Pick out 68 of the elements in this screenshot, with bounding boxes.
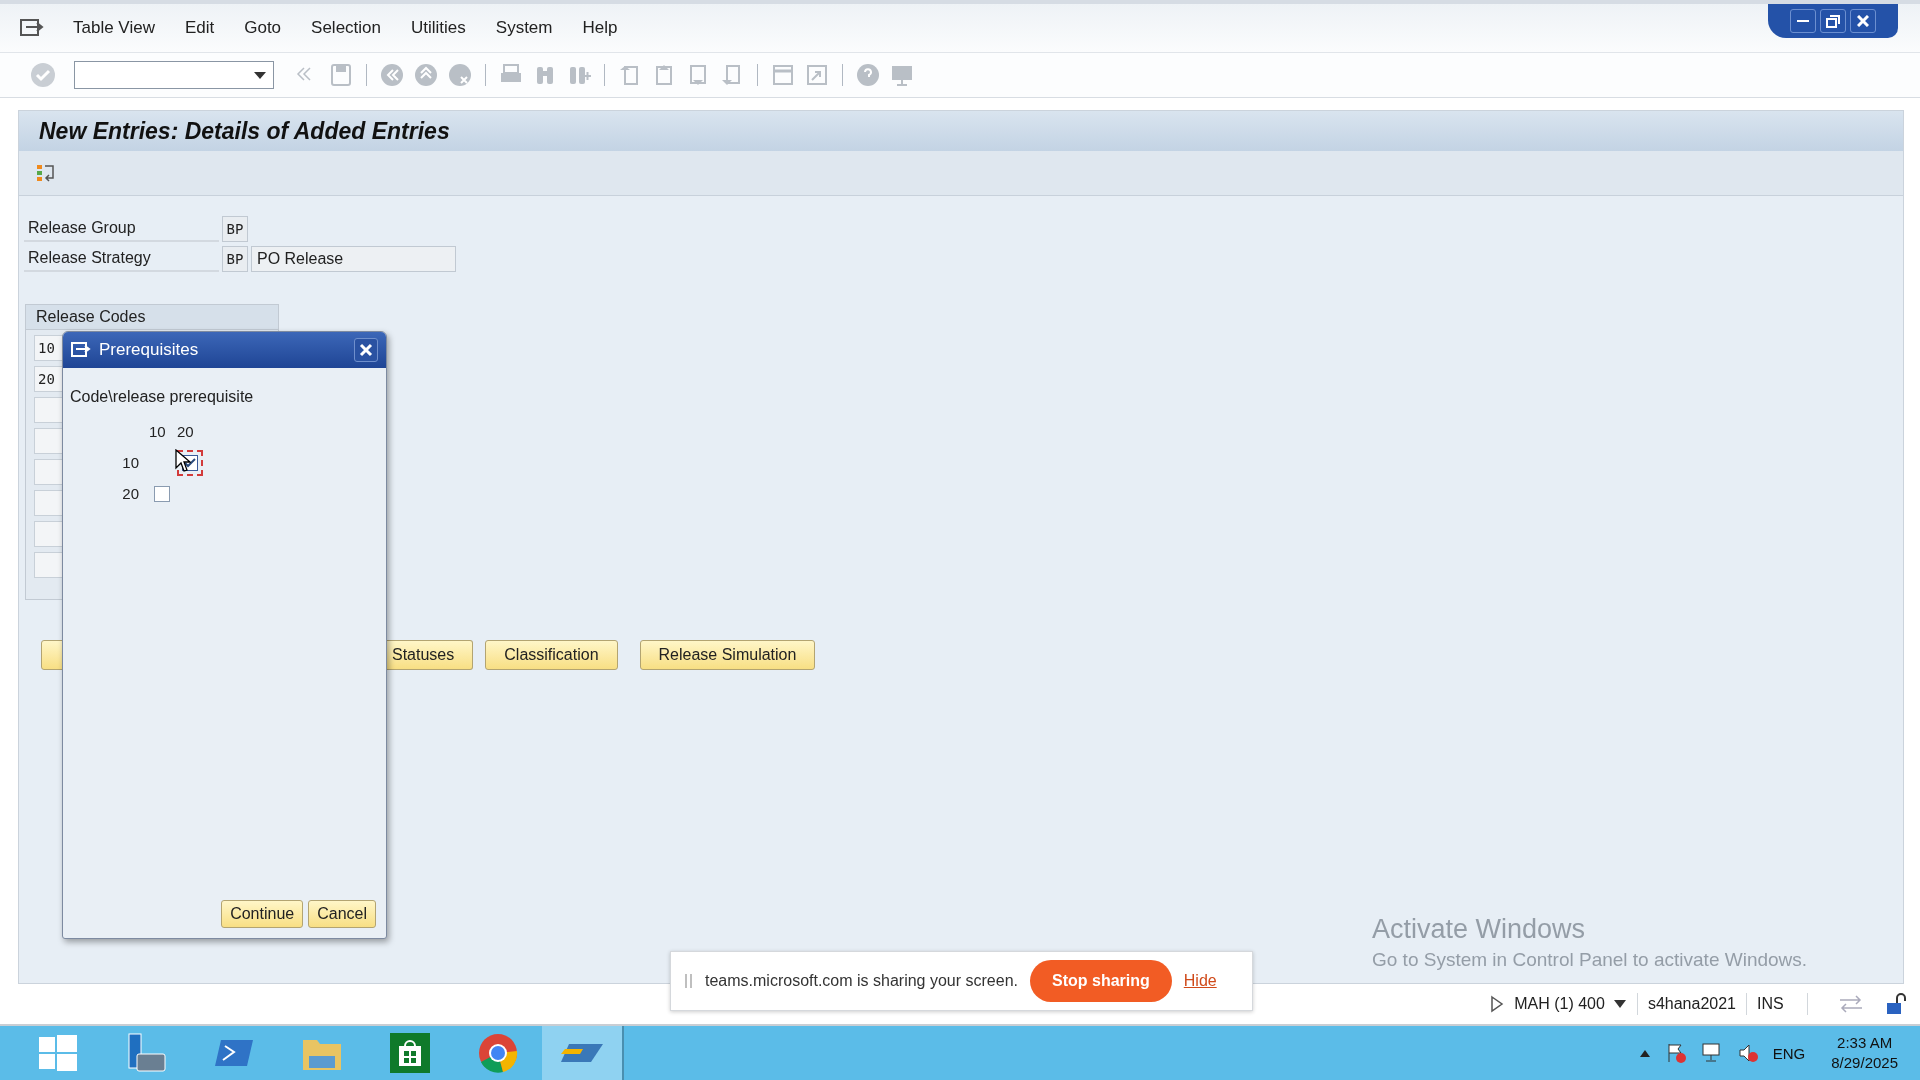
menu-item[interactable]: Goto xyxy=(229,18,297,38)
exit-circle-icon[interactable] xyxy=(413,62,439,88)
dialog-button[interactable]: Continue xyxy=(221,900,304,928)
minimize-icon xyxy=(1797,20,1809,22)
menu-icon[interactable] xyxy=(20,18,44,38)
dropdown-arrow-icon xyxy=(253,70,267,80)
row-label: 10 xyxy=(121,454,140,471)
share-message: teams.microsoft.com is sharing your screen. xyxy=(705,972,1018,990)
restore-icon xyxy=(1826,14,1840,28)
dialog-heading: Code\release prerequisite xyxy=(70,388,255,406)
row-label: 20 xyxy=(121,485,140,502)
language-indicator[interactable]: ENG xyxy=(1772,1044,1806,1062)
menu-item[interactable]: Edit xyxy=(169,18,230,38)
menu-item[interactable]: Utilities xyxy=(396,18,481,38)
clock[interactable]: 2:33 AM 8/29/2025 xyxy=(1831,1033,1898,1073)
activation-title: Activate Windows xyxy=(1372,914,1587,945)
cancel-circle-icon[interactable] xyxy=(447,62,473,88)
dialog-button[interactable]: Cancel xyxy=(308,900,376,928)
description-field: PO Release xyxy=(251,246,456,272)
server-manager-icon[interactable] xyxy=(125,1032,167,1074)
column-label: 20 xyxy=(177,423,195,440)
menu-item[interactable]: Selection xyxy=(296,18,396,38)
server-name: s4hana2021 xyxy=(1637,993,1747,1015)
restore-button[interactable] xyxy=(1820,9,1846,33)
transfer-icon[interactable] xyxy=(1838,994,1864,1014)
screen-title: New Entries: Details of Added Entries xyxy=(19,111,1903,151)
input-mode: INS xyxy=(1747,993,1808,1015)
command-field[interactable] xyxy=(74,61,274,89)
session-info: MAH (1) 400 xyxy=(1514,995,1605,1013)
back-circle-icon[interactable] xyxy=(379,62,405,88)
store-icon[interactable] xyxy=(389,1032,431,1074)
close-button[interactable] xyxy=(1850,9,1876,33)
new-window-icon[interactable] xyxy=(770,62,796,88)
enter-icon[interactable] xyxy=(30,62,56,88)
drag-handle-icon[interactable] xyxy=(685,973,693,989)
code-field[interactable]: BP xyxy=(222,246,248,272)
activation-message: Go to System in Control Panel to activate Windows. xyxy=(1372,949,1808,971)
speaker-muted-icon[interactable] xyxy=(1736,1042,1759,1064)
padlock-icon[interactable] xyxy=(1884,992,1908,1016)
show-hidden-icon[interactable] xyxy=(1638,1048,1651,1058)
menu-item[interactable]: Help xyxy=(567,18,633,38)
menu-item[interactable]: Table View xyxy=(58,18,170,38)
screen-button[interactable]: Classification xyxy=(485,640,618,670)
checkbox[interactable] xyxy=(154,485,170,502)
column-label: 10 xyxy=(149,423,167,440)
help-icon[interactable] xyxy=(855,62,881,88)
screen-button[interactable]: Release Simulation xyxy=(639,640,816,670)
dialog-title: Prerequisites xyxy=(99,340,200,360)
minimize-button[interactable] xyxy=(1790,9,1816,33)
network-icon[interactable] xyxy=(1700,1042,1723,1064)
play-icon[interactable] xyxy=(1490,995,1505,1013)
dialog-icon xyxy=(71,341,91,359)
screen-button[interactable]: Statuses xyxy=(386,640,474,670)
hierarchy-icon[interactable] xyxy=(35,162,57,184)
save-icon[interactable] xyxy=(328,62,354,88)
browser-icon[interactable] xyxy=(477,1032,519,1074)
field-label: Release Group xyxy=(24,216,219,242)
windows-logo-icon[interactable] xyxy=(37,1032,79,1074)
hide-link[interactable]: Hide xyxy=(1183,972,1217,990)
table-header: Release Codes xyxy=(26,305,278,330)
field-label: Release Strategy xyxy=(24,246,219,272)
dropdown-arrow-icon[interactable] xyxy=(1612,999,1627,1009)
shortcut-icon[interactable] xyxy=(804,62,830,88)
close-icon xyxy=(359,343,373,357)
menu-item[interactable]: System xyxy=(480,18,568,38)
close-button[interactable] xyxy=(354,338,378,362)
code-field[interactable]: BP xyxy=(222,216,248,242)
close-icon xyxy=(1857,15,1869,27)
